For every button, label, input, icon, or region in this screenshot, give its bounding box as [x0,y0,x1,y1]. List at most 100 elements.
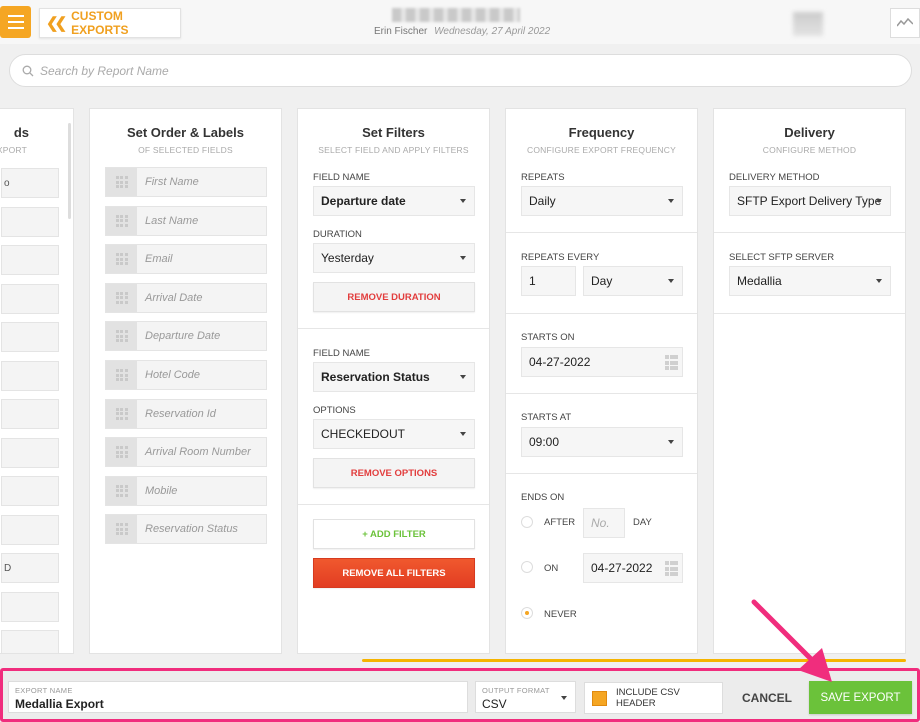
breadcrumb-label: CUSTOM EXPORTS [71,9,129,37]
save-export-button[interactable]: SAVE EXPORT [809,681,912,714]
remove-duration-button[interactable]: REMOVE DURATION [313,282,475,312]
drag-handle-icon[interactable] [106,438,137,467]
calendar-icon[interactable] [665,561,678,576]
output-format-value: CSV [482,697,507,711]
ends-never-radio[interactable] [521,607,533,619]
field-list-item[interactable] [1,437,59,468]
sftp-server-value: Medallia [737,274,782,288]
caret-down-icon [668,440,674,444]
horizontal-scroll-indicator[interactable] [362,659,906,662]
order-field-row[interactable]: Reservation Status [105,514,267,545]
order-panel-subtitle: OF SELECTED FIELDS [138,145,233,155]
delivery-method-select[interactable]: SFTP Export Delivery Type [729,186,891,216]
caret-down-icon [876,199,882,203]
order-field-row[interactable]: Arrival Room Number [105,437,267,468]
trend-icon [897,18,913,27]
field-list-item[interactable] [1,283,59,314]
ends-after-radio[interactable] [521,516,533,528]
sftp-server-label: SELECT SFTP SERVER [729,252,835,263]
menu-line [7,15,24,17]
drag-handle-icon[interactable] [106,476,137,505]
drag-handle-icon[interactable] [106,515,137,544]
options-select[interactable]: CHECKEDOUT [313,419,475,449]
ends-on-date-input[interactable]: 04-27-2022 [583,553,683,583]
field-list-item[interactable]: o [1,168,59,198]
output-format-select[interactable]: OUTPUT FORMAT CSV [475,681,576,713]
repeats-value: Daily [529,194,556,208]
repeats-every-number-input[interactable]: 1 [521,266,576,296]
field-list-item[interactable] [1,245,59,275]
search-input[interactable] [40,63,860,78]
delivery-panel: Delivery CONFIGURE METHOD DELIVERY METHO… [713,108,906,654]
scrollbar[interactable] [68,123,71,219]
order-field-row[interactable]: Last Name [105,205,267,236]
starts-on-date-input[interactable]: 04-27-2022 [521,347,683,377]
back-to-custom-exports-button[interactable]: ❮❮ CUSTOM EXPORTS [39,8,181,38]
order-field-row[interactable]: Reservation Id [105,398,267,429]
order-field-row[interactable]: First Name [105,167,267,197]
duration-select[interactable]: Yesterday [313,243,475,273]
calendar-icon[interactable] [665,355,678,370]
footer-bar: EXPORT NAME Medallia Export OUTPUT FORMA… [0,668,920,722]
export-name-field[interactable]: EXPORT NAME Medallia Export [8,681,468,713]
order-field-label: Reservation Id [145,407,216,420]
grid-dots-icon [115,253,128,266]
include-csv-header-label: INCLUDE CSV HEADER [615,687,680,709]
order-panel: Set Order & Labels OF SELECTED FIELDS Fi… [89,108,282,654]
menu-line [7,27,24,29]
csv-header-checkbox[interactable] [592,690,607,706]
field-list-item[interactable] [1,399,59,429]
grid-dots-icon [115,176,128,188]
sftp-server-select[interactable]: Medallia [729,266,891,296]
drag-handle-icon[interactable] [106,361,137,389]
fields-panel: ds XPORT oD [0,108,74,654]
repeats-select[interactable]: Daily [521,186,683,216]
order-field-row[interactable]: Email [105,244,267,275]
ends-on-radio[interactable] [521,561,533,573]
drag-handle-icon[interactable] [106,399,137,428]
drag-handle-icon[interactable] [106,168,137,196]
user-name: Erin Fischer [374,26,428,37]
divider [298,504,489,505]
order-field-row[interactable]: Arrival Date [105,282,267,313]
avatar[interactable] [793,12,823,36]
field-list-item[interactable] [1,322,59,352]
drag-handle-icon[interactable] [106,245,137,274]
order-field-row[interactable]: Departure Date [105,321,267,352]
field-list-item[interactable] [1,630,59,653]
filter2-field-select[interactable]: Reservation Status [313,362,475,392]
repeats-every-unit-value: Day [591,274,613,288]
drag-handle-icon[interactable] [106,322,137,351]
order-field-row[interactable]: Mobile [105,475,267,506]
menu-line [7,21,24,23]
duration-value: Yesterday [321,251,374,265]
field-list-item[interactable] [1,476,59,506]
grid-dots-icon [115,214,128,227]
cancel-button[interactable]: CANCEL [733,682,801,714]
order-field-row[interactable]: Hotel Code [105,360,267,390]
drag-handle-icon[interactable] [106,283,137,312]
order-field-label: Hotel Code [145,369,201,381]
hamburger-menu-button[interactable] [0,6,31,38]
field-list-item[interactable] [1,206,59,237]
filters-panel-subtitle: SELECT FIELD AND APPLY FILTERS [318,145,469,155]
include-csv-header-toggle[interactable]: INCLUDE CSV HEADER [584,682,723,714]
filter1-field-select[interactable]: Departure date [313,186,475,216]
field-list-item[interactable] [1,360,59,391]
duration-label: DURATION [313,229,362,240]
remove-options-button[interactable]: REMOVE OPTIONS [313,458,475,488]
grid-dots-icon [115,291,128,304]
filters-panel-title: Set Filters [362,125,425,140]
repeats-every-unit-select[interactable]: Day [583,266,683,296]
search-bar[interactable] [9,54,912,87]
trend-button[interactable] [890,8,920,38]
ends-after-count-input[interactable]: No. [583,508,625,538]
drag-handle-icon[interactable] [106,206,137,235]
delivery-panel-subtitle: CONFIGURE METHOD [762,145,857,155]
add-filter-button[interactable]: + ADD FILTER [313,519,475,549]
starts-at-select[interactable]: 09:00 [521,427,683,457]
field-list-item[interactable] [1,591,59,622]
field-list-item[interactable] [1,514,59,545]
remove-all-filters-button[interactable]: REMOVE ALL FILTERS [313,558,475,588]
field-list-item[interactable]: D [1,553,59,583]
